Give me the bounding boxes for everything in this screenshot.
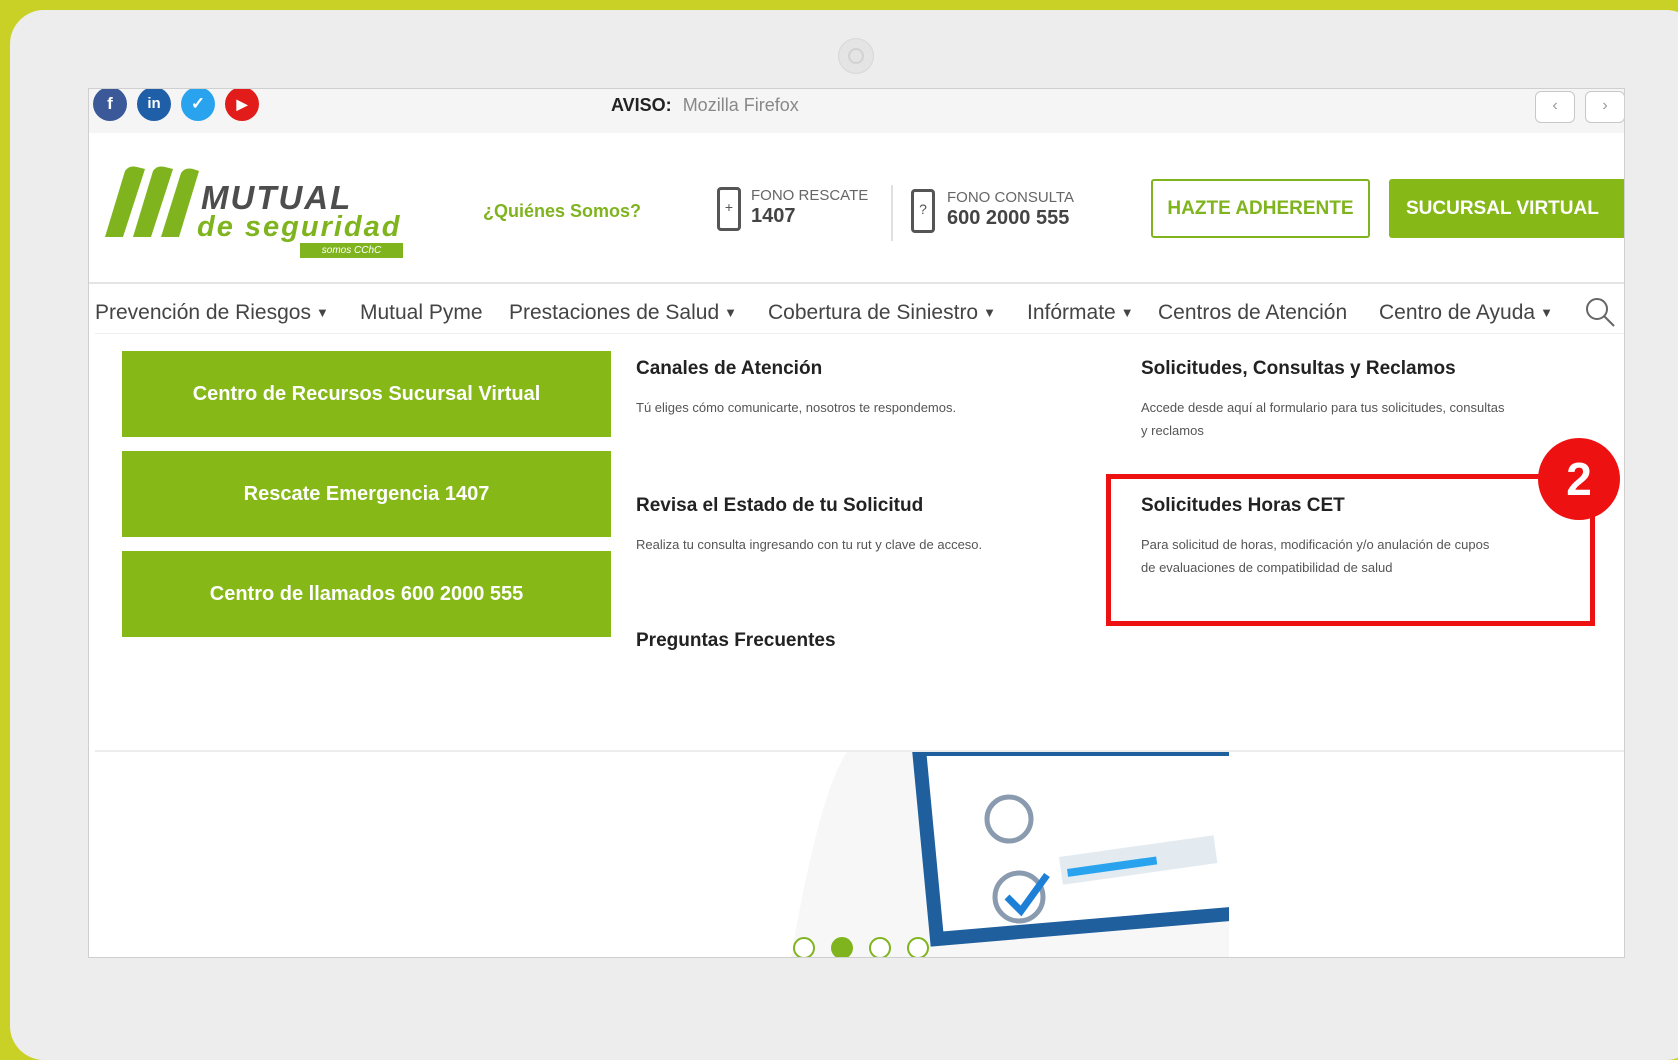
carousel-dot-active[interactable] (831, 937, 853, 957)
logo-tagline: somos CChC (300, 243, 403, 258)
centro-recursos-button[interactable]: Centro de Recursos Sucursal Virtual (122, 351, 611, 437)
chevron-down-icon: ▼ (724, 305, 738, 320)
rescate-emergencia-button[interactable]: Rescate Emergencia 1407 (122, 451, 611, 537)
canales-atencion-link[interactable]: Canales de Atención (636, 358, 822, 380)
quienes-somos-link[interactable]: ¿Quiénes Somos? (483, 201, 641, 222)
solicitudes-consultas-link[interactable]: Solicitudes, Consultas y Reclamos (1141, 358, 1456, 380)
chevron-down-icon: ▼ (315, 305, 329, 320)
revisa-estado-link[interactable]: Revisa el Estado de tu Solicitud (636, 495, 923, 517)
facebook-icon[interactable]: f (93, 89, 127, 121)
clipboard-illustration (791, 742, 1229, 957)
nav-item-centros-atencion[interactable]: Centros de Atención (1158, 301, 1347, 325)
step-badge: 2 (1538, 438, 1620, 520)
revisa-estado-desc: Realiza tu consulta ingresando con tu ru… (636, 537, 983, 552)
solicitudes-consultas-desc-2: y reclamos (1141, 423, 1204, 438)
nav-item-informate[interactable]: Infórmate ▼ (1027, 301, 1134, 325)
twitter-icon[interactable]: ✓ (181, 89, 215, 121)
header-divider (891, 185, 893, 241)
fono-rescate-label: FONO RESCATE (751, 187, 869, 204)
next-arrow-button[interactable]: › (1585, 91, 1624, 123)
carousel-dot[interactable] (793, 937, 815, 957)
carousel-dot[interactable] (869, 937, 891, 957)
canales-atencion-desc: Tú eliges cómo comunicarte, nosotros te … (636, 400, 957, 415)
fono-rescate-number[interactable]: 1407 (751, 205, 796, 228)
nav-item-prestaciones[interactable]: Prestaciones de Salud ▼ (509, 301, 737, 325)
youtube-icon[interactable]: ▶ (225, 89, 259, 121)
nav-item-cobertura[interactable]: Cobertura de Siniestro ▼ (768, 301, 996, 325)
nav-item-centro-ayuda[interactable]: Centro de Ayuda ▼ (1379, 301, 1553, 325)
highlight-box (1106, 474, 1595, 626)
phone-question-icon: ? (911, 189, 935, 233)
fono-consulta-number[interactable]: 600 2000 555 (947, 207, 1069, 230)
logo-text-seguridad: de seguridad (197, 211, 402, 243)
fono-consulta-label: FONO CONSULTA (947, 189, 1074, 206)
preguntas-frecuentes-link[interactable]: Preguntas Frecuentes (636, 630, 836, 652)
nav-item-mutual-pyme[interactable]: Mutual Pyme (360, 301, 483, 325)
prev-arrow-button[interactable]: ‹ (1535, 91, 1575, 123)
search-icon[interactable] (1584, 296, 1616, 328)
chevron-down-icon: ▼ (1120, 305, 1134, 320)
camera-icon (838, 38, 874, 74)
mutual-logo-icon[interactable] (95, 163, 205, 243)
aviso-label: AVISO: (611, 95, 672, 115)
aviso-value[interactable]: Mozilla Firefox (683, 95, 799, 115)
aviso-notice: AVISO: Mozilla Firefox (611, 95, 799, 116)
hazte-adherente-button[interactable]: HAZTE ADHERENTE (1151, 179, 1370, 238)
carousel-dot[interactable] (907, 937, 929, 957)
linkedin-icon[interactable]: in (137, 89, 171, 121)
sucursal-virtual-button[interactable]: SUCURSAL VIRTUAL (1389, 179, 1624, 238)
chevron-down-icon: ▼ (983, 305, 996, 320)
centro-llamados-button[interactable]: Centro de llamados 600 2000 555 (122, 551, 611, 637)
header-separator (89, 282, 1624, 284)
phone-plus-icon: + (717, 187, 741, 231)
nav-item-prevencion[interactable]: Prevención de Riesgos ▼ (95, 301, 329, 325)
solicitudes-consultas-desc-1: Accede desde aquí al formulario para tus… (1141, 400, 1505, 415)
chevron-down-icon: ▼ (1540, 305, 1553, 320)
top-bar: f in ✓ ▶ AVISO: Mozilla Firefox ‹ › (89, 89, 1624, 133)
